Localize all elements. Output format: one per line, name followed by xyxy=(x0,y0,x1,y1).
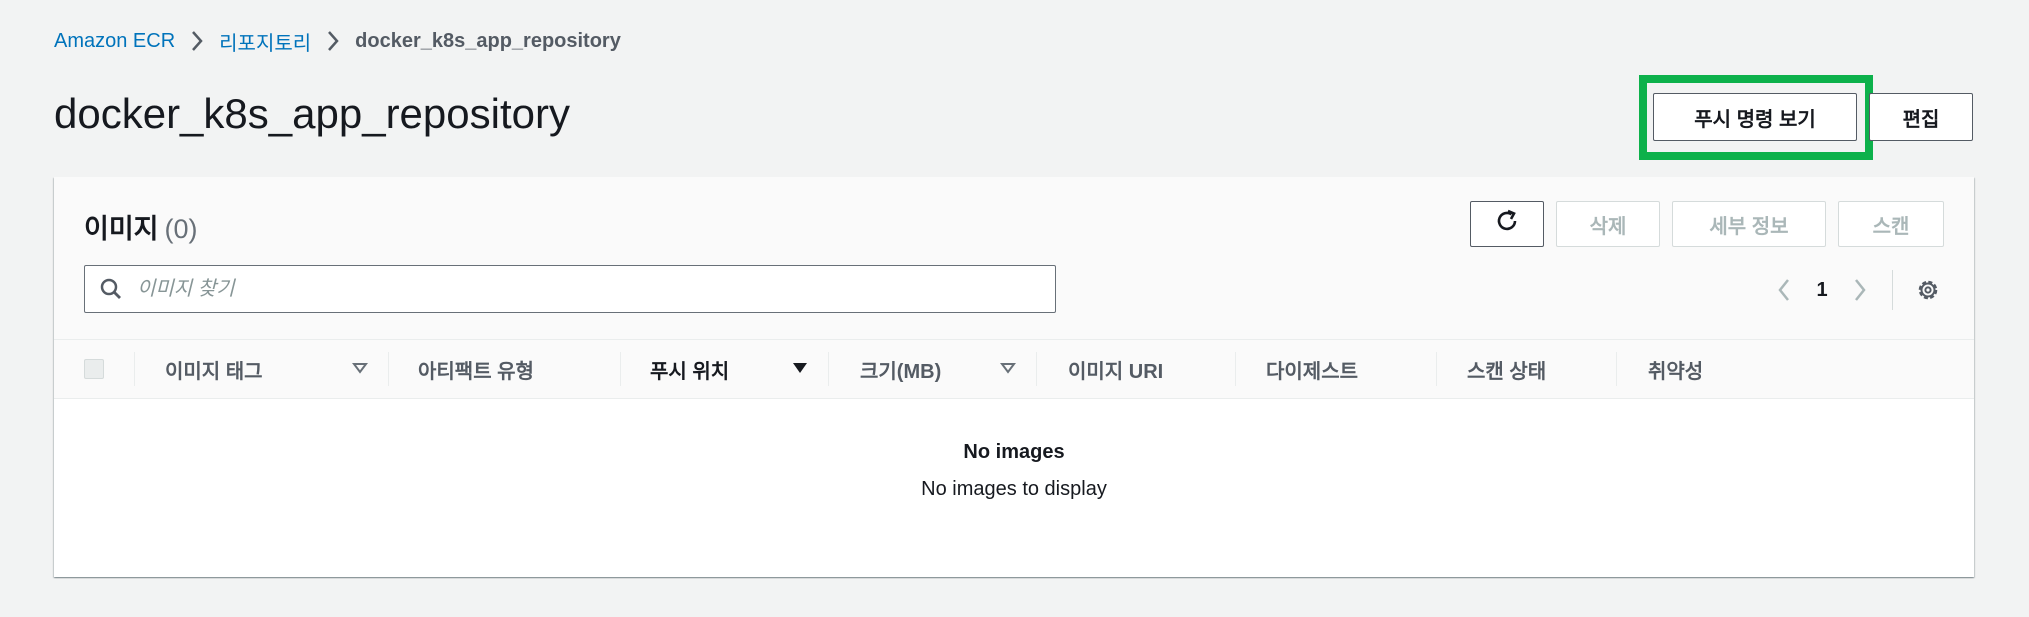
sort-down-icon[interactable] xyxy=(998,358,1018,378)
table-header: 이미지 태그 아티팩트 유형 푸시 위치 크기(MB) 이미지 URI 다이제스… xyxy=(54,339,1974,399)
column-pushed-at[interactable]: 푸시 위치 xyxy=(650,340,729,398)
select-all-checkbox[interactable] xyxy=(84,359,104,379)
column-digest[interactable]: 다이제스트 xyxy=(1266,340,1358,398)
image-count: (0) xyxy=(164,214,198,244)
chevron-left-icon[interactable] xyxy=(1764,272,1804,308)
edit-button[interactable]: 편집 xyxy=(1869,93,1973,141)
pagination: 1 xyxy=(1764,272,1880,308)
search-input[interactable] xyxy=(137,277,1037,301)
page-number[interactable]: 1 xyxy=(1804,279,1840,302)
column-divider xyxy=(620,352,621,386)
empty-state-description: No images to display xyxy=(921,478,1107,500)
column-divider xyxy=(134,352,135,386)
settings-gear-icon[interactable] xyxy=(1908,272,1948,308)
column-divider xyxy=(828,352,829,386)
view-push-commands-button[interactable]: 푸시 명령 보기 xyxy=(1653,93,1857,141)
chevron-right-icon[interactable] xyxy=(1840,272,1880,308)
refresh-icon xyxy=(1494,208,1520,240)
column-divider xyxy=(1616,352,1617,386)
chevron-right-icon xyxy=(175,26,219,56)
delete-button[interactable]: 삭제 xyxy=(1556,201,1660,247)
search-box[interactable] xyxy=(84,265,1056,313)
breadcrumb-current: docker_k8s_app_repository xyxy=(355,29,621,52)
column-scan-status[interactable]: 스캔 상태 xyxy=(1467,340,1546,398)
sort-down-icon[interactable] xyxy=(790,358,810,378)
sort-down-icon[interactable] xyxy=(350,358,370,378)
column-artifact-type[interactable]: 아티팩트 유형 xyxy=(418,340,534,398)
column-divider xyxy=(1036,352,1037,386)
breadcrumb-repositories[interactable]: 리포지토리 xyxy=(219,27,311,56)
column-image-tag[interactable]: 이미지 태그 xyxy=(165,340,263,398)
details-button[interactable]: 세부 정보 xyxy=(1672,201,1826,247)
breadcrumb: Amazon ECR 리포지토리 docker_k8s_app_reposito… xyxy=(54,26,621,56)
images-panel: 이미지 (0) 삭제 세부 정보 스캔 이미지 찾기 1 이미지 태그 아티팩트… xyxy=(54,177,1974,577)
chevron-right-icon xyxy=(311,26,355,56)
page-title: docker_k8s_app_repository xyxy=(54,90,570,137)
pager-divider xyxy=(1892,270,1893,310)
column-divider xyxy=(1436,352,1437,386)
search-icon xyxy=(85,277,137,301)
refresh-button[interactable] xyxy=(1470,201,1544,247)
panel-header: 이미지 (0) 삭제 세부 정보 스캔 이미지 찾기 1 xyxy=(54,177,1974,339)
empty-state: No images No images to display xyxy=(54,399,1974,501)
column-size[interactable]: 크기(MB) xyxy=(860,340,941,398)
empty-state-title: No images xyxy=(963,441,1065,463)
panel-title-label: 이미지 xyxy=(84,214,159,244)
scan-button[interactable]: 스캔 xyxy=(1838,201,1944,247)
column-vulnerabilities[interactable]: 취약성 xyxy=(1648,340,1703,398)
column-divider xyxy=(388,352,389,386)
column-divider xyxy=(1235,352,1236,386)
panel-title: 이미지 (0) xyxy=(84,207,198,246)
breadcrumb-amazon-ecr[interactable]: Amazon ECR xyxy=(54,30,175,53)
column-image-uri[interactable]: 이미지 URI xyxy=(1068,340,1163,398)
